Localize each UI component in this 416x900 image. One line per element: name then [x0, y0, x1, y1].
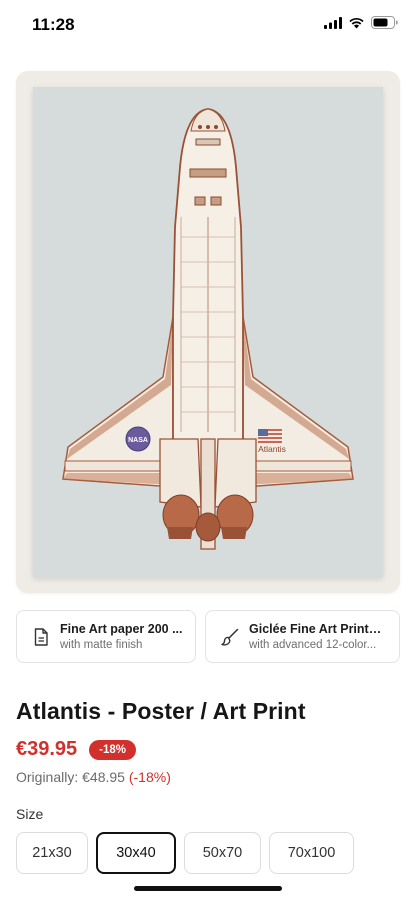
feature-card-printing[interactable]: Giclée Fine Art Printing with advanced 1…: [205, 610, 400, 663]
size-label: Size: [16, 806, 44, 822]
signal-icon: [324, 16, 342, 29]
us-flag-icon: [258, 429, 282, 443]
feature-title: Fine Art paper 200 ...: [60, 622, 183, 636]
paintbrush-icon: [220, 627, 240, 647]
feature-subtitle: with matte finish: [60, 639, 143, 651]
size-option-50x70[interactable]: 50x70: [184, 832, 261, 874]
poster-artwork: NASA Atlantis: [33, 87, 383, 577]
price-row: €39.95 -18%: [16, 738, 137, 761]
battery-icon: [371, 16, 398, 29]
nasa-logo-icon: NASA: [125, 426, 151, 452]
size-option-30x40[interactable]: 30x40: [96, 832, 176, 874]
feature-title: Giclée Fine Art Printing: [249, 622, 384, 636]
feature-subtitle: with advanced 12-color...: [249, 639, 377, 651]
status-time: 11:28: [32, 15, 75, 34]
current-price: €39.95: [16, 738, 78, 760]
original-price: Originally: €48.95 (-18%): [16, 769, 171, 785]
status-icons: [324, 16, 398, 29]
size-option-70x100[interactable]: 70x100: [269, 832, 354, 874]
feature-card-paper[interactable]: Fine Art paper 200 ... with matte finish: [16, 610, 196, 663]
original-price-label: Originally: €48.95: [16, 769, 125, 785]
size-options: 21x30 30x40 50x70 70x100: [16, 832, 354, 874]
discount-badge: -18%: [89, 739, 137, 760]
svg-text:NASA: NASA: [128, 437, 148, 444]
wifi-icon: [349, 17, 364, 28]
home-indicator: [134, 886, 282, 891]
status-bar: 11:28: [0, 0, 416, 48]
product-title: Atlantis - Poster / Art Print: [16, 698, 306, 724]
shuttle-name-label: Atlantis: [258, 444, 286, 454]
document-icon: [31, 627, 51, 647]
original-discount: (-18%): [128, 769, 171, 785]
product-image-frame[interactable]: NASA Atlantis: [16, 71, 400, 593]
space-shuttle-illustration: NASA Atlantis: [62, 108, 354, 550]
size-option-21x30[interactable]: 21x30: [16, 832, 88, 874]
